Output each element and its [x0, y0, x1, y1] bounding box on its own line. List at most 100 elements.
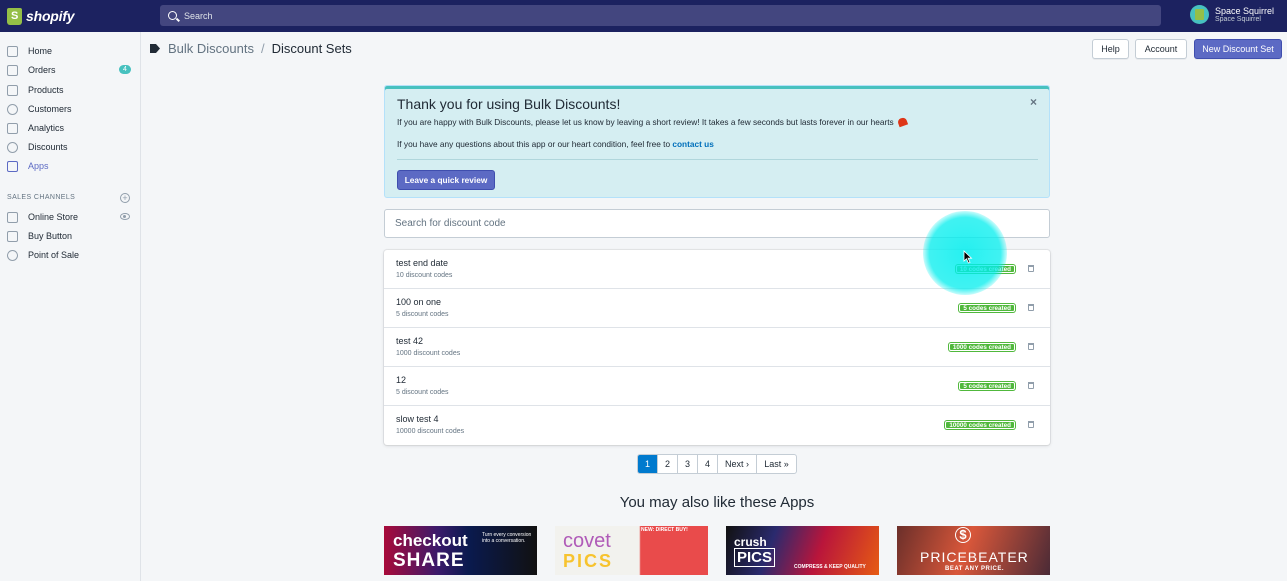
code-icon [7, 230, 18, 242]
orders-icon [7, 64, 18, 76]
list-item[interactable]: slow test 4 10000 discount codes 10000 c… [384, 406, 1050, 445]
sidebar-item-orders[interactable]: Orders 4 [0, 61, 140, 79]
trash-icon[interactable] [1028, 382, 1034, 389]
contact-us-link[interactable]: contact us [672, 139, 714, 149]
app-card-checkout-share[interactable]: checkout SHARE Turn every conversion int… [384, 526, 537, 575]
discount-code-search-input[interactable] [395, 218, 1015, 229]
status-badge: 1000 codes created [948, 343, 1015, 351]
sidebar: Home Orders 4 Products Customers Analyti… [0, 32, 141, 581]
store-subtitle: Space Squirrel [1215, 15, 1261, 23]
discount-set-title[interactable]: test 42 [396, 336, 423, 346]
account-button[interactable]: Account [1135, 39, 1187, 59]
add-channel-icon[interactable]: + [120, 193, 130, 203]
store-avatar [1190, 5, 1209, 24]
global-search-input[interactable] [184, 10, 1084, 21]
sidebar-item-online-store[interactable]: Online Store [0, 208, 140, 226]
trash-icon[interactable] [1028, 421, 1034, 428]
trash-icon[interactable] [1028, 265, 1034, 272]
sidebar-item-label: Apps [28, 161, 49, 171]
app-card-covet-pics[interactable]: covet PICS NEW: DIRECT BUY! [555, 526, 708, 575]
banner-divider [397, 159, 1038, 160]
review-banner: Thank you for using Bulk Discounts! If y… [384, 85, 1050, 198]
trash-icon[interactable] [1028, 304, 1034, 311]
discount-set-count: 1000 discount codes [396, 350, 461, 357]
sidebar-item-point-of-sale[interactable]: Point of Sale [0, 246, 140, 264]
global-search[interactable] [160, 5, 1161, 26]
sidebar-item-label: Products [28, 85, 64, 95]
sales-channels-heading: SALES CHANNELS [7, 194, 76, 201]
discount-set-count: 10000 discount codes [396, 428, 465, 435]
store-menu[interactable]: Space Squirrel Space Squirrel [1190, 5, 1274, 24]
store-icon [7, 211, 18, 223]
page-1[interactable]: 1 [638, 455, 658, 473]
close-icon[interactable]: × [1030, 95, 1037, 109]
app-name-line2: SHARE [393, 550, 465, 571]
bar-chart-icon [7, 122, 18, 134]
apps-icon [7, 160, 18, 172]
mouse-cursor-icon [963, 250, 973, 264]
top-bar: shopify Space Squirrel Space Squirrel [0, 0, 1287, 32]
discount-set-title[interactable]: test end date [396, 258, 448, 268]
sidebar-item-analytics[interactable]: Analytics [0, 119, 140, 137]
sidebar-item-home[interactable]: Home [0, 42, 140, 60]
orders-count-badge: 4 [119, 65, 131, 74]
sidebar-item-label: Customers [28, 104, 72, 114]
brand-name: shopify [26, 8, 75, 24]
page-title: Discount Sets [271, 41, 352, 56]
sidebar-item-customers[interactable]: Customers [0, 100, 140, 118]
breadcrumb: Bulk Discounts / Discount Sets [150, 41, 352, 56]
app-tagline: NEW: DIRECT BUY! [641, 527, 688, 533]
trash-icon[interactable] [1028, 343, 1034, 350]
app-name-line2: PICS [734, 548, 776, 567]
location-icon [7, 249, 18, 261]
pagination: 1 2 3 4 Next › Last » [637, 454, 797, 474]
sidebar-item-label: Analytics [28, 123, 65, 133]
app-tagline: BEAT ANY PRICE. [945, 566, 1005, 572]
new-discount-set-button[interactable]: New Discount Set [1194, 39, 1282, 59]
app-card-price-beater[interactable]: $ PRICEBEATER BEAT ANY PRICE. [897, 526, 1050, 575]
app-name-line1: crush [734, 535, 767, 549]
shopify-logo[interactable]: shopify [0, 0, 140, 32]
discount-set-title[interactable]: 12 [396, 375, 406, 385]
app-card-crush-pics[interactable]: crush PICS COMPRESS & KEEP QUALITY [726, 526, 879, 575]
leave-review-button[interactable]: Leave a quick review [397, 170, 495, 190]
next-page-button[interactable]: Next › [718, 455, 757, 473]
banner-message: If you are happy with Bulk Discounts, pl… [397, 116, 909, 128]
sidebar-item-apps[interactable]: Apps [0, 157, 140, 175]
last-page-button[interactable]: Last » [757, 455, 796, 473]
sidebar-item-label: Buy Button [28, 231, 73, 241]
breadcrumb-separator: / [260, 41, 265, 56]
sidebar-item-label: Online Store [28, 212, 79, 222]
page-2[interactable]: 2 [658, 455, 678, 473]
status-badge: 5 codes created [959, 304, 1015, 312]
sidebar-item-products[interactable]: Products [0, 81, 140, 99]
sidebar-item-label: Home [28, 46, 53, 56]
store-name: Space Squirrel [1215, 5, 1275, 16]
sidebar-item-discounts[interactable]: Discounts [0, 138, 140, 156]
app-tagline: COMPRESS & KEEP QUALITY [794, 564, 866, 570]
discount-set-title[interactable]: 100 on one [396, 297, 441, 307]
page-4[interactable]: 4 [698, 455, 718, 473]
discount-set-count: 5 discount codes [396, 311, 449, 318]
list-item[interactable]: test 42 1000 discount codes 1000 codes c… [384, 328, 1050, 367]
list-item[interactable]: 12 5 discount codes 5 codes created [384, 367, 1050, 406]
app-name-line2: PICS [563, 551, 614, 571]
tag-icon [7, 84, 18, 96]
sidebar-item-label: Point of Sale [28, 250, 80, 260]
help-button[interactable]: Help [1092, 39, 1129, 59]
app-name-line1: PRICEBEATER [920, 549, 1029, 565]
apps-heading: You may also like these Apps [619, 494, 815, 511]
sidebar-item-buy-button[interactable]: Buy Button [0, 227, 140, 245]
app-name-line1: checkout [393, 531, 468, 550]
shopify-bag-icon [7, 7, 22, 25]
app-tagline: Turn every conversion into a conversatio… [482, 532, 532, 544]
page-3[interactable]: 3 [678, 455, 698, 473]
breadcrumb-bulk-discounts[interactable]: Bulk Discounts [168, 41, 254, 56]
banner-title: Thank you for using Bulk Discounts! [397, 96, 621, 112]
app-logo-symbol: $ [955, 527, 971, 543]
list-item[interactable]: 100 on one 5 discount codes 5 codes crea… [384, 289, 1050, 328]
eye-icon[interactable] [120, 213, 130, 220]
banner-contact-line: If you have any questions about this app… [397, 139, 714, 149]
discount-set-title[interactable]: slow test 4 [396, 414, 439, 424]
sidebar-item-label: Orders [28, 65, 56, 75]
